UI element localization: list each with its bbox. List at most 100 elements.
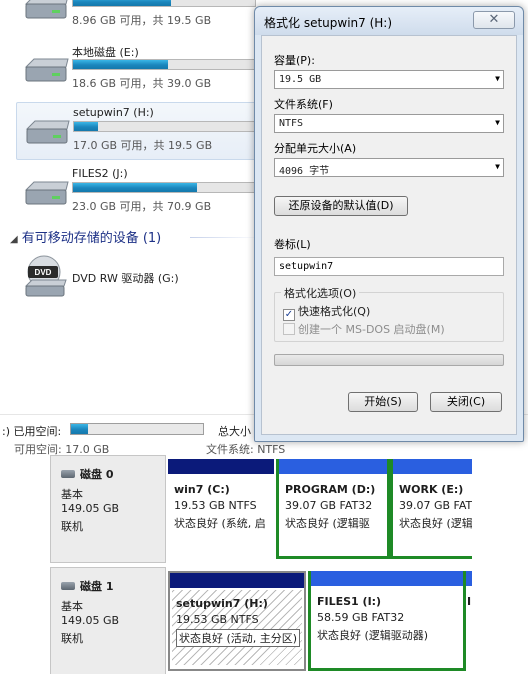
drive-item-j[interactable]: FILES2 (J:) 23.0 GB 可用，共 70.9 GB <box>16 164 256 222</box>
format-options-title: 格式化选项(O) <box>281 285 360 301</box>
partition-e[interactable]: WORK (E:) 39.07 GB FAT 状态良好 (逻辑 <box>390 459 472 559</box>
disk-state: 联机 <box>61 632 83 645</box>
partition-band <box>311 571 463 586</box>
disk-row-0: 磁盘 0 基本 149.05 GB 联机 win7 (C:) 19.53 GB … <box>50 455 472 563</box>
disk-management-view: 磁盘 0 基本 149.05 GB 联机 win7 (C:) 19.53 GB … <box>50 455 472 674</box>
capacity-value: 19.5 GB <box>279 74 322 85</box>
drive-usage-bar <box>73 121 257 132</box>
quick-format-option[interactable]: ✓ 快速格式化(Q) <box>283 303 370 321</box>
disk-state: 联机 <box>61 520 83 533</box>
disk-title: 磁盘 1 <box>61 578 113 594</box>
chevron-down-icon: ▼ <box>495 118 500 127</box>
partition-name: setupwin7 (H:) <box>176 597 268 610</box>
dvd-drive-name: DVD RW 驱动器 (G:) <box>72 272 179 285</box>
partition-d[interactable]: PROGRAM (D:) 39.07 GB FAT32 状态良好 (逻辑驱 <box>276 459 390 559</box>
drive-name: 本地磁盘 (E:) <box>72 46 139 59</box>
partition-size: 19.53 GB NTFS <box>176 613 259 626</box>
partition-status: 状态良好 (系统, 启 <box>174 517 266 530</box>
drive-item-h[interactable]: setupwin7 (H:) 17.0 GB 可用，共 19.5 GB <box>16 102 257 160</box>
partition-name: FILES1 (I:) <box>317 595 382 608</box>
disk-label-1[interactable]: 磁盘 1 基本 149.05 GB 联机 <box>50 567 166 674</box>
drive-usage-bar <box>72 59 256 70</box>
format-progress-bar <box>274 354 504 366</box>
removable-storage-header[interactable]: ◢ 有可移动存储的设备 (1) <box>10 227 161 246</box>
drive-item[interactable]: 8.96 GB 可用，共 19.5 GB <box>16 0 256 36</box>
partition-status: 状态良好 (逻辑驱动器) <box>317 629 429 642</box>
capacity-label: 容量(P): <box>274 54 315 67</box>
close-button[interactable]: 关闭(C) <box>430 392 502 412</box>
allocation-select[interactable]: 4096 字节 ▼ <box>274 158 504 177</box>
drive-item-e[interactable]: 本地磁盘 (E:) 18.6 GB 可用，共 39.0 GB <box>16 41 256 99</box>
disk-icon <box>61 470 75 478</box>
filesystem-label: 文件系统(F) <box>274 98 333 111</box>
partition-i[interactable]: FILES1 (I:) 58.59 GB FAT32 状态良好 (逻辑驱动器) <box>308 571 466 671</box>
dvd-drive-item[interactable]: DVD DVD RW 驱动器 (G:) <box>16 252 256 302</box>
hard-drive-icon <box>24 181 69 205</box>
chevron-down-icon: ▼ <box>495 74 500 83</box>
drive-name: FILES2 (J:) <box>72 167 128 180</box>
disk-size: 149.05 GB <box>61 502 120 515</box>
disk-row-1: 磁盘 1 基本 149.05 GB 联机 setupwin7 (H:) 19.5… <box>50 567 472 674</box>
msdos-label: 创建一个 MS-DOS 启动盘(M) <box>298 323 445 336</box>
hard-drive-icon <box>25 120 70 144</box>
partition-status: 状态良好 (逻辑驱 <box>285 517 370 530</box>
partition-size: 39.07 GB FAT32 <box>285 499 373 512</box>
allocation-label: 分配单元大小(A) <box>274 142 357 155</box>
dialog-titlebar[interactable]: 格式化 setupwin7 (H:) ✕ <box>255 7 523 35</box>
disk-title: 磁盘 0 <box>61 466 113 482</box>
hard-drive-icon <box>24 58 69 82</box>
partition-h[interactable]: setupwin7 (H:) 19.53 GB NTFS 状态良好 (活动, 主… <box>168 571 306 671</box>
chevron-down-icon: ▼ <box>495 162 500 171</box>
drive-usage-bar <box>72 182 256 193</box>
drive-space-info: 18.6 GB 可用，共 39.0 GB <box>72 77 212 90</box>
volume-label-caption: 卷标(L) <box>274 238 311 251</box>
filesystem-value: NTFS <box>279 118 304 129</box>
partition-band <box>466 571 472 586</box>
partition-band <box>279 459 387 474</box>
partition-band <box>393 459 472 474</box>
format-dialog: 格式化 setupwin7 (H:) ✕ 容量(P): 19.5 GB ▼ 文件… <box>254 6 524 442</box>
partition-band <box>168 459 274 474</box>
drive-space-info: 8.96 GB 可用，共 19.5 GB <box>72 14 212 27</box>
partition-c[interactable]: win7 (C:) 19.53 GB NTFS 状态良好 (系统, 启 <box>168 459 274 559</box>
used-space-meter <box>70 423 204 435</box>
removable-storage-title: 有可移动存储的设备 (1) <box>21 231 162 246</box>
drive-name: setupwin7 (H:) <box>73 106 154 119</box>
partition-name: PROGRAM (D:) <box>285 483 376 496</box>
msdos-option: 创建一个 MS-DOS 启动盘(M) <box>283 321 445 337</box>
filesystem-label: 文件系统: NTFS <box>206 443 286 455</box>
filesystem-select[interactable]: NTFS ▼ <box>274 114 504 133</box>
disk-icon <box>61 582 75 590</box>
partition-name: I <box>467 595 472 608</box>
free-space-label: 可用空间: 17.0 GB <box>14 443 110 455</box>
partition-name: WORK (E:) <box>399 483 464 496</box>
partition-size: 19.53 GB NTFS <box>174 499 257 512</box>
partition-status: 状态良好 (逻辑 <box>399 517 472 530</box>
quick-format-checkbox[interactable]: ✓ <box>283 309 295 321</box>
partition-size: 39.07 GB FAT <box>399 499 472 512</box>
partition-size: 58.59 GB FAT32 <box>317 611 405 624</box>
quick-format-label: 快速格式化(Q) <box>298 305 371 318</box>
collapse-triangle-icon[interactable]: ◢ <box>10 234 18 245</box>
drive-space-info: 17.0 GB 可用，共 19.5 GB <box>73 139 213 152</box>
used-space-label: :) 已用空间: <box>2 425 62 438</box>
partition-next[interactable]: I <box>466 571 472 671</box>
disk-label-0[interactable]: 磁盘 0 基本 149.05 GB 联机 <box>50 455 166 563</box>
disk-type: 基本 <box>61 488 83 501</box>
restore-defaults-button[interactable]: 还原设备的默认值(D) <box>274 196 408 216</box>
volume-label-input[interactable] <box>274 257 504 276</box>
dialog-body: 容量(P): 19.5 GB ▼ 文件系统(F) NTFS ▼ 分配单元大小(A… <box>261 35 517 435</box>
drive-usage-bar <box>72 0 256 7</box>
disk-type: 基本 <box>61 600 83 613</box>
hard-drive-icon <box>24 0 68 19</box>
format-options-group: 格式化选项(O) ✓ 快速格式化(Q) 创建一个 MS-DOS 启动盘(M) <box>274 285 504 342</box>
partition-status: 状态良好 (活动, 主分区) <box>176 629 301 647</box>
close-icon[interactable]: ✕ <box>473 11 515 29</box>
capacity-select[interactable]: 19.5 GB ▼ <box>274 70 504 89</box>
disk-size: 149.05 GB <box>61 614 120 627</box>
start-button[interactable]: 开始(S) <box>348 392 418 412</box>
total-size-label: 总大小 <box>218 425 251 438</box>
partition-band <box>170 573 304 588</box>
dialog-title: 格式化 setupwin7 (H:) <box>264 16 393 30</box>
msdos-checkbox <box>283 323 295 335</box>
